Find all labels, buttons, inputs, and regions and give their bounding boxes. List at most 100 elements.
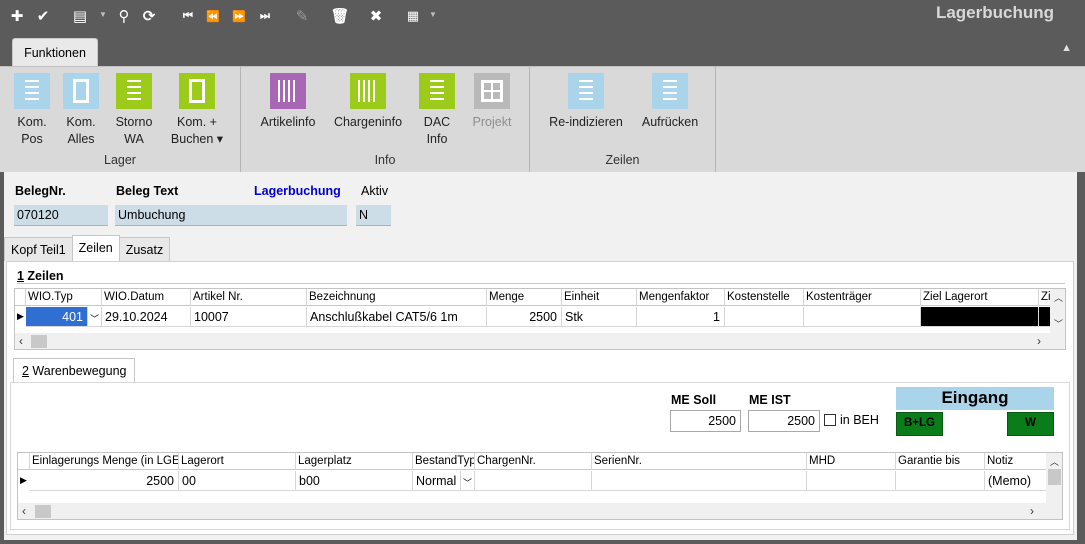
next-record-icon[interactable]: ⏩: [229, 6, 249, 26]
bezeichnung-cell[interactable]: Anschlußkabel CAT5/6 1m: [307, 307, 487, 327]
beleg-nr-field[interactable]: 070120: [14, 205, 108, 226]
tab-warenbewegung[interactable]: 2 Warenbewegung: [13, 358, 136, 382]
garantie-bis-cell[interactable]: [896, 471, 985, 491]
check-icon[interactable]: ✔: [33, 6, 53, 26]
wio-typ-select[interactable]: 401: [26, 307, 88, 327]
column-header[interactable]: Kostenträger: [804, 289, 921, 306]
column-header[interactable]: Kostenstelle: [725, 289, 804, 306]
lagerort-cell[interactable]: 00: [179, 471, 296, 491]
chevron-left-icon[interactable]: ‹: [19, 334, 23, 348]
refresh-icon[interactable]: ⟳: [139, 6, 159, 26]
me-ist-label: ME IST: [749, 393, 791, 407]
print-icon[interactable]: ▤: [70, 6, 90, 26]
grid-icon[interactable]: ▦: [403, 6, 423, 26]
in-beh-checkbox[interactable]: [824, 414, 836, 426]
lagerplatz-cell[interactable]: b00: [296, 471, 413, 491]
divider: [17, 283, 1065, 284]
chevron-down-icon[interactable]: ﹀: [1054, 317, 1063, 330]
chargeninfo-button[interactable]: Chargeninfo: [331, 73, 405, 131]
tab-kopf-teil1[interactable]: Kopf Teil1: [4, 237, 73, 261]
previous-record-icon[interactable]: ⏪: [203, 6, 223, 26]
scroll-thumb[interactable]: [1048, 469, 1061, 485]
chargen-nr-cell[interactable]: [475, 471, 592, 491]
edit-icon[interactable]: ✎: [292, 6, 312, 26]
artikel-nr-cell[interactable]: 10007: [191, 307, 307, 327]
delete-icon[interactable]: 🗑: [330, 6, 350, 26]
kom-pos-button[interactable]: Kom. Pos: [12, 73, 52, 148]
column-header[interactable]: MHD: [807, 453, 896, 470]
first-record-icon[interactable]: ⏮: [178, 6, 198, 26]
column-header[interactable]: WIO.Datum: [102, 289, 191, 306]
projekt-button[interactable]: Projekt: [469, 73, 515, 131]
horizontal-scrollbar[interactable]: ‹ ›: [18, 503, 1062, 519]
aufruecken-button[interactable]: Aufrücken: [638, 73, 702, 131]
chevron-up-icon[interactable]: ︿: [1050, 455, 1059, 468]
chevron-up-icon[interactable]: ︿: [1054, 291, 1063, 304]
einlagerungs-menge-cell[interactable]: 2500: [30, 471, 179, 491]
re-indizieren-button[interactable]: Re-indizieren: [544, 73, 628, 131]
kom-buchen-button[interactable]: Kom. + Buchen ▾: [168, 73, 226, 148]
ribbon-tab-funktionen[interactable]: Funktionen: [12, 38, 98, 67]
column-header[interactable]: SerienNr.: [592, 453, 807, 470]
aktiv-field[interactable]: N: [356, 205, 391, 226]
me-soll-field[interactable]: 2500: [670, 410, 741, 432]
column-header[interactable]: Einlagerungs Menge (in LGEH): [30, 453, 179, 470]
collapse-ribbon-icon[interactable]: ▲: [1061, 42, 1072, 54]
vertical-scrollbar[interactable]: ︿ ﹀: [1050, 289, 1065, 333]
chevron-left-icon[interactable]: ‹: [22, 504, 26, 518]
tab-zeilen[interactable]: Zeilen: [71, 235, 120, 261]
chevron-down-icon[interactable]: ﹀: [88, 307, 102, 327]
column-header[interactable]: Garantie bis: [896, 453, 985, 470]
kostentraeger-cell[interactable]: [804, 307, 921, 327]
einheit-cell[interactable]: Stk: [562, 307, 637, 327]
notiz-cell[interactable]: (Memo): [985, 471, 1047, 491]
search-icon[interactable]: ⚲: [114, 6, 134, 26]
menge-cell[interactable]: 2500: [487, 307, 562, 327]
me-ist-field[interactable]: 2500: [748, 410, 820, 432]
aktiv-label: Aktiv: [361, 184, 389, 198]
chevron-down-icon[interactable]: ﹀: [461, 471, 475, 491]
vertical-scrollbar[interactable]: ︿: [1046, 453, 1062, 503]
close-icon[interactable]: ✖: [366, 6, 386, 26]
column-header[interactable]: Menge: [487, 289, 562, 306]
column-header[interactable]: Ziel Lagerort: [921, 289, 1039, 306]
eingang-banner: Eingang: [896, 387, 1054, 410]
column-header[interactable]: Bezeichnung: [307, 289, 487, 306]
splitter[interactable]: [1078, 172, 1085, 544]
serien-nr-cell[interactable]: [592, 471, 807, 491]
horizontal-scrollbar[interactable]: ‹ ›: [15, 333, 1065, 349]
form-area: BelegNr. 070120 Beleg Text Umbuchung Lag…: [4, 172, 1077, 540]
column-header[interactable]: Lagerort: [179, 453, 296, 470]
storno-wa-button[interactable]: Storno WA: [111, 73, 157, 148]
column-header[interactable]: ChargenNr.: [475, 453, 592, 470]
chevron-down-icon[interactable]: ▼: [99, 10, 107, 19]
b-lg-button[interactable]: B+LG: [896, 412, 943, 436]
kom-alles-button[interactable]: Kom. Alles: [60, 73, 102, 148]
w-button[interactable]: W: [1007, 412, 1054, 436]
mengenfaktor-cell[interactable]: 1: [637, 307, 725, 327]
chevron-right-icon[interactable]: ›: [1030, 504, 1034, 518]
plus-icon[interactable]: ✚: [7, 6, 27, 26]
bestandtyp-select[interactable]: Normal: [413, 471, 461, 491]
beleg-text-field[interactable]: Umbuchung: [115, 205, 347, 226]
scroll-thumb[interactable]: [31, 335, 47, 348]
column-header[interactable]: WIO.Typ: [26, 289, 102, 306]
wio-datum-cell[interactable]: 29.10.2024: [102, 307, 191, 327]
column-header[interactable]: Artikel Nr.: [191, 289, 307, 306]
dac-info-button[interactable]: DAC Info: [417, 73, 457, 148]
list-icon: [116, 73, 152, 109]
column-header[interactable]: BestandTyp: [413, 453, 475, 470]
tab-zusatz[interactable]: Zusatz: [118, 237, 171, 261]
ziel-lagerort-cell[interactable]: [921, 307, 1039, 327]
chevron-down-icon[interactable]: ▼: [429, 10, 437, 19]
kostenstelle-cell[interactable]: [725, 307, 804, 327]
column-header[interactable]: Lagerplatz: [296, 453, 413, 470]
column-header[interactable]: Notiz: [985, 453, 1047, 470]
chevron-right-icon[interactable]: ›: [1037, 334, 1041, 348]
scroll-thumb[interactable]: [35, 505, 51, 518]
mhd-cell[interactable]: [807, 471, 896, 491]
last-record-icon[interactable]: ⏭: [255, 6, 275, 26]
column-header[interactable]: Mengenfaktor: [637, 289, 725, 306]
column-header[interactable]: Einheit: [562, 289, 637, 306]
artikelinfo-button[interactable]: Artikelinfo: [256, 73, 320, 131]
